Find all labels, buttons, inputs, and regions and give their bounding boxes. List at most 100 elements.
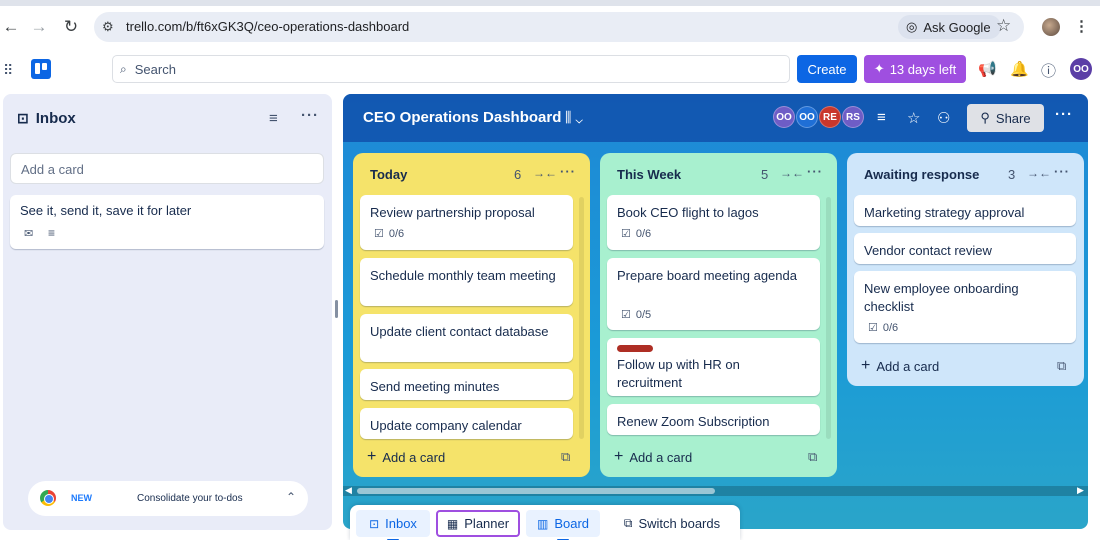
inbox-more-icon[interactable]: ··· bbox=[301, 107, 319, 124]
scrollbar-thumb[interactable] bbox=[357, 488, 715, 494]
trial-button[interactable]: ✦ 13 days left bbox=[864, 55, 966, 83]
chevron-up-icon[interactable]: ⌃ bbox=[286, 490, 296, 504]
chrome-icon bbox=[40, 490, 56, 506]
card[interactable]: Update client contact database bbox=[360, 314, 573, 362]
list-more-icon[interactable]: ··· bbox=[560, 164, 576, 179]
board-icon: ▥ bbox=[536, 516, 549, 531]
card[interactable]: New employee onboarding checklist ☑ 0/6 bbox=[854, 271, 1076, 343]
inbox-card[interactable]: See it, send it, save it for later ✉ ≡ bbox=[10, 195, 324, 249]
notification-bell-icon[interactable]: 🔔 bbox=[1010, 60, 1029, 78]
ask-google-button[interactable]: ◎ Ask Google bbox=[898, 15, 1001, 39]
add-card-button[interactable]: + Add a card bbox=[861, 357, 939, 375]
forward-arrow-icon[interactable]: → bbox=[28, 16, 50, 38]
card[interactable]: Update company calendar bbox=[360, 408, 573, 439]
trello-logo[interactable] bbox=[31, 59, 51, 79]
switch-boards-button[interactable]: ⧉ Switch boards bbox=[612, 510, 732, 537]
card-template-icon[interactable]: ⧉ bbox=[1057, 358, 1066, 374]
account-avatar[interactable]: OO bbox=[1070, 58, 1092, 80]
card-template-icon[interactable]: ⧉ bbox=[561, 449, 570, 465]
scroll-left-icon[interactable]: ◀ bbox=[345, 485, 352, 496]
board-more-icon[interactable]: ··· bbox=[1055, 106, 1073, 123]
browser-toolbar: ← → ↻ ⚙ trello.com/b/ft6xGK3Q/ceo-operat… bbox=[0, 0, 1100, 54]
list-card-count: 5 bbox=[761, 167, 769, 182]
list-scrollbar[interactable] bbox=[826, 197, 831, 439]
card[interactable]: Review partnership proposal ☑ 0/6 bbox=[360, 195, 573, 250]
list-header: Today 6 →← ··· bbox=[353, 153, 590, 193]
add-card-button[interactable]: + Add a card bbox=[367, 448, 445, 466]
board-filter-icon[interactable]: ≡ bbox=[877, 109, 886, 126]
card[interactable]: Marketing strategy approval bbox=[854, 195, 1076, 226]
card[interactable]: Book CEO flight to lagos ☑ 0/6 bbox=[607, 195, 820, 250]
collapse-list-icon[interactable]: →← bbox=[780, 166, 804, 180]
url-text[interactable]: trello.com/b/ft6xGK3Q/ceo-operations-das… bbox=[126, 19, 409, 34]
browser-menu-icon[interactable]: ⋮ bbox=[1074, 17, 1089, 35]
card-title: Send meeting minutes bbox=[370, 379, 500, 394]
calendar-icon: ▦ bbox=[446, 516, 459, 531]
address-bar[interactable]: ⚙ trello.com/b/ft6xGK3Q/ceo-operations-d… bbox=[94, 12, 1024, 42]
card-title: Review partnership proposal bbox=[370, 205, 535, 220]
card[interactable]: Schedule monthly team meeting bbox=[360, 258, 573, 306]
planner-toggle-button[interactable]: ▦ Planner bbox=[436, 510, 520, 537]
list-scrollbar[interactable] bbox=[579, 197, 584, 439]
megaphone-icon[interactable]: 📢 bbox=[978, 60, 997, 78]
promo-message: Consolidate your to-dos bbox=[137, 493, 243, 504]
search-placeholder: Search bbox=[134, 61, 176, 77]
share-button[interactable]: ⚲ Share bbox=[967, 104, 1044, 132]
inbox-icon: ⊡ bbox=[369, 516, 380, 531]
member-avatar[interactable]: OO bbox=[773, 106, 795, 128]
star-icon[interactable]: ☆ bbox=[907, 109, 920, 127]
add-card-label: Add a card bbox=[876, 358, 940, 374]
list-title[interactable]: Today bbox=[370, 167, 407, 182]
card[interactable]: Follow up with HR on recruitment bbox=[607, 338, 820, 396]
inbox-toggle-button[interactable]: ⊡ Inbox bbox=[356, 510, 430, 540]
member-avatar[interactable]: RE bbox=[819, 106, 841, 128]
trial-label: 13 days left bbox=[889, 61, 957, 77]
inbox-icon: ⊡ bbox=[17, 110, 29, 126]
card[interactable]: Vendor contact review bbox=[854, 233, 1076, 264]
ask-google-label: Ask Google bbox=[923, 19, 991, 35]
list-more-icon[interactable]: ··· bbox=[1054, 164, 1070, 179]
collapse-list-icon[interactable]: →← bbox=[1027, 166, 1051, 180]
checklist-badge: ☑ 0/6 bbox=[374, 227, 404, 241]
profile-avatar[interactable] bbox=[1042, 18, 1060, 36]
create-button[interactable]: Create bbox=[797, 55, 857, 83]
board-title[interactable]: CEO Operations Dashboard bbox=[363, 109, 561, 126]
site-settings-icon[interactable]: ⚙ bbox=[102, 19, 114, 35]
board-toggle-button[interactable]: ▥ Board bbox=[526, 510, 600, 540]
card-label[interactable] bbox=[617, 345, 653, 352]
reload-icon[interactable]: ↻ bbox=[60, 16, 82, 38]
list-title[interactable]: This Week bbox=[617, 167, 681, 182]
list-title[interactable]: Awaiting response bbox=[864, 167, 979, 182]
back-arrow-icon[interactable]: ← bbox=[0, 16, 22, 38]
list-awaiting-response: Awaiting response 3 →← ··· Marketing str… bbox=[847, 153, 1084, 386]
board-view-switcher-icon[interactable]: ⫼ ⌄ bbox=[565, 109, 583, 126]
card[interactable]: Renew Zoom Subscription bbox=[607, 404, 820, 435]
member-avatar[interactable]: OO bbox=[796, 106, 818, 128]
card-template-icon[interactable]: ⧉ bbox=[808, 449, 817, 465]
board-toggle-label: Board bbox=[554, 516, 590, 531]
filter-icon[interactable]: ≡ bbox=[269, 110, 278, 127]
checklist-icon: ☑ bbox=[621, 309, 631, 321]
help-icon[interactable]: ⓘ bbox=[1041, 60, 1056, 81]
collapse-list-icon[interactable]: →← bbox=[533, 166, 557, 180]
scroll-right-icon[interactable]: ▶ bbox=[1077, 485, 1084, 496]
switch-boards-label: Switch boards bbox=[638, 516, 721, 531]
list-header: This Week 5 →← ··· bbox=[600, 153, 837, 193]
promo-banner[interactable]: NEW Consolidate your to-dos ⌃ bbox=[28, 481, 308, 516]
card[interactable]: Prepare board meeting agenda ☑ 0/5 bbox=[607, 258, 820, 330]
list-more-icon[interactable]: ··· bbox=[807, 164, 823, 179]
visibility-icon[interactable]: ⚇ bbox=[937, 109, 950, 127]
card[interactable]: Send meeting minutes bbox=[360, 369, 573, 400]
member-avatar[interactable]: RS bbox=[842, 106, 864, 128]
bookmark-star-icon[interactable]: ☆ bbox=[996, 16, 1011, 36]
plus-icon: + bbox=[861, 357, 871, 374]
inbox-add-card-input[interactable]: Add a card bbox=[10, 153, 324, 184]
board-horizontal-scrollbar[interactable]: ◀ ▶ bbox=[343, 485, 1088, 496]
view-switcher: ⊡ Inbox ▦ Planner ▥ Board ⧉ Switch board… bbox=[350, 505, 740, 540]
add-card-button[interactable]: + Add a card bbox=[614, 448, 692, 466]
checklist-icon: ☑ bbox=[621, 228, 631, 240]
checklist-badge: ☑ 0/6 bbox=[621, 227, 651, 241]
panel-resize-handle[interactable] bbox=[335, 300, 338, 318]
app-switcher-icon[interactable]: ⠿ bbox=[3, 62, 13, 79]
search-input[interactable]: ⌕ Search bbox=[112, 55, 790, 83]
